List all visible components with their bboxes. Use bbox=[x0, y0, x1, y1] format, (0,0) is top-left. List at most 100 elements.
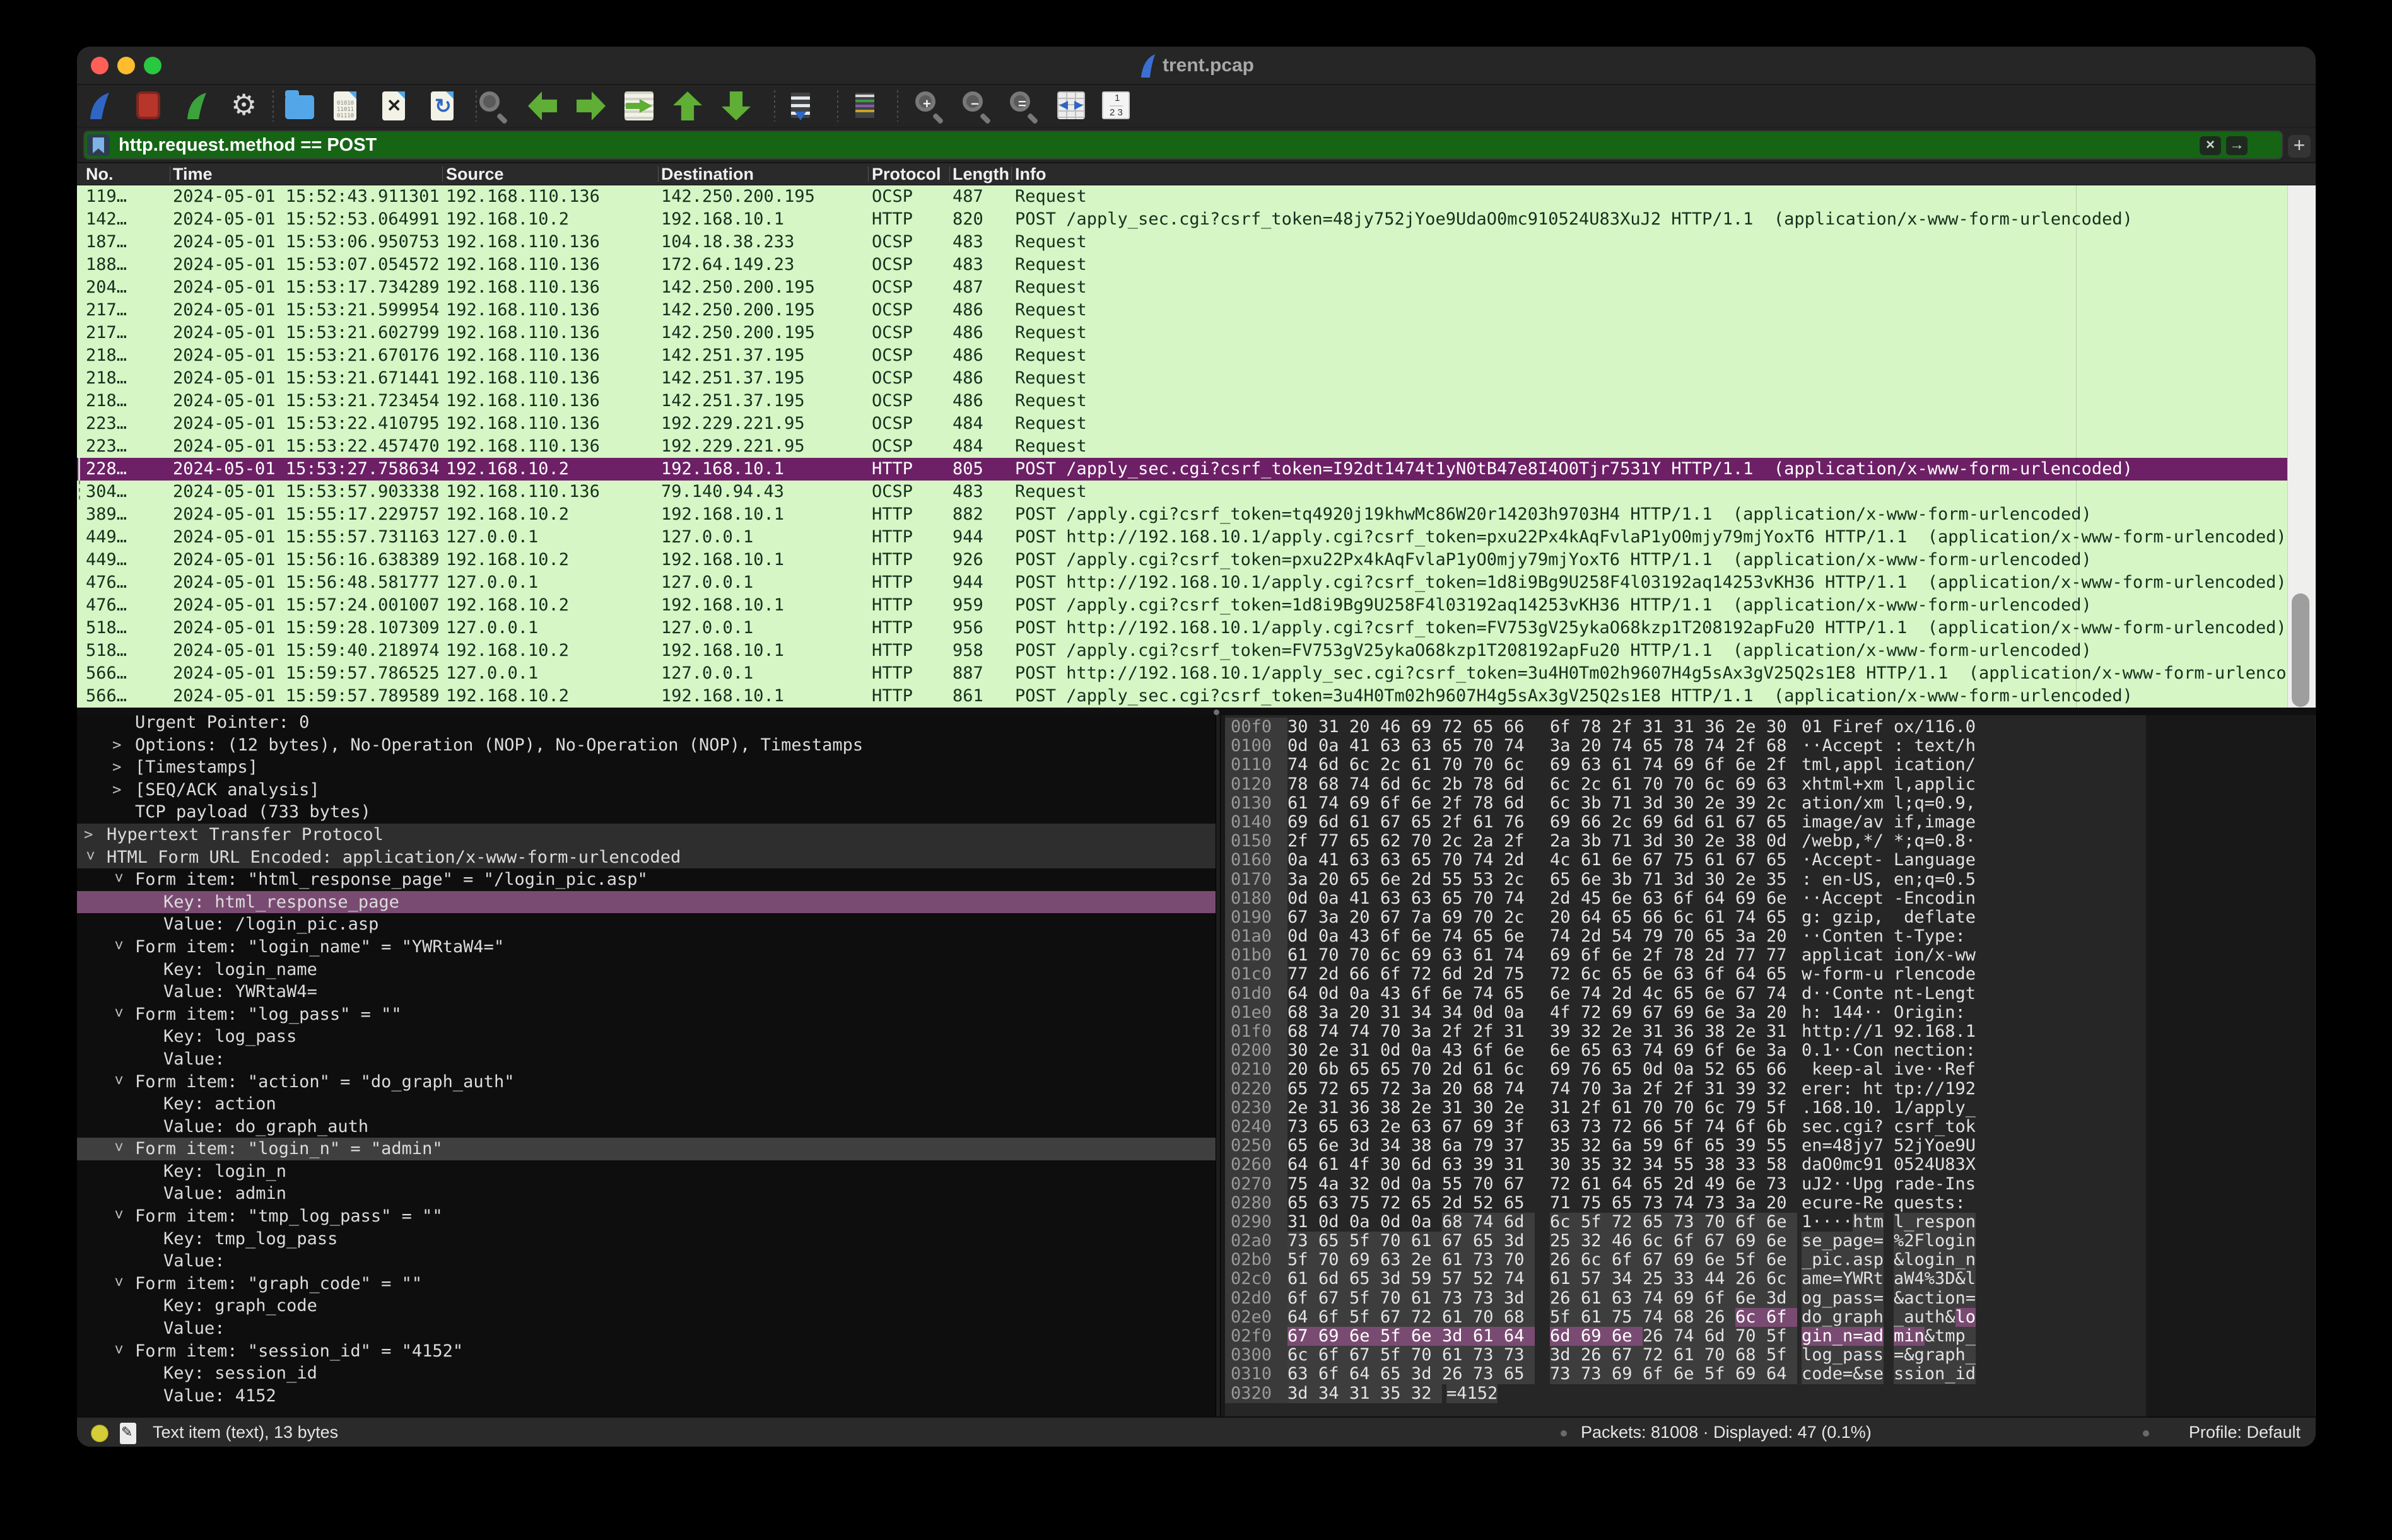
ascii-char[interactable]: t bbox=[1914, 737, 1925, 755]
hex-byte[interactable]: 65 bbox=[1612, 1060, 1643, 1079]
hex-byte[interactable]: 63 bbox=[1550, 1117, 1581, 1136]
expander-open-icon[interactable]: > bbox=[107, 1345, 130, 1357]
hex-byte[interactable]: 65 bbox=[1581, 1041, 1612, 1060]
hex-byte[interactable]: 6f bbox=[1704, 1041, 1735, 1060]
hex-byte[interactable]: 6f bbox=[1674, 889, 1704, 908]
ascii-char[interactable]: l bbox=[1822, 755, 1832, 774]
ascii-char[interactable]: s bbox=[1863, 1251, 1873, 1269]
ascii-char[interactable]: l bbox=[1945, 775, 1955, 794]
hex-byte[interactable]: 6e bbox=[1735, 755, 1766, 774]
hex-byte[interactable]: 61 bbox=[1704, 851, 1735, 870]
detail-tree-item[interactable]: Key: html_response_page bbox=[77, 891, 1216, 914]
ascii-char[interactable]: · bbox=[1843, 1175, 1853, 1194]
hex-byte[interactable]: 61 bbox=[1318, 1155, 1349, 1174]
hex-byte[interactable]: 35 bbox=[1380, 1384, 1411, 1403]
hex-byte[interactable]: 41 bbox=[1318, 851, 1349, 870]
ascii-char[interactable]: t bbox=[1812, 794, 1822, 813]
ascii-char[interactable]: / bbox=[1914, 718, 1925, 737]
hex-byte[interactable]: 71 bbox=[1612, 832, 1643, 851]
ascii-char[interactable]: q bbox=[1914, 794, 1925, 813]
hex-byte[interactable]: 46 bbox=[1380, 718, 1411, 737]
ascii-char[interactable]: U bbox=[1935, 1155, 1945, 1174]
hex-byte[interactable]: 75 bbox=[1504, 965, 1535, 984]
ascii-char[interactable]: · bbox=[1832, 1041, 1843, 1060]
ascii-char[interactable]: n bbox=[1966, 889, 1976, 908]
hex-byte[interactable]: 65 bbox=[1674, 984, 1704, 1003]
hex-byte[interactable]: 68 bbox=[1674, 1308, 1704, 1327]
ascii-char[interactable]: x bbox=[1863, 775, 1873, 794]
hex-byte[interactable]: 0a bbox=[1411, 1175, 1442, 1194]
ascii-char[interactable]: k bbox=[1812, 1060, 1822, 1079]
hex-byte[interactable]: 0d bbox=[1287, 927, 1318, 946]
hex-byte[interactable]: 69 bbox=[1674, 1003, 1704, 1022]
hex-byte[interactable]: 61 bbox=[1473, 946, 1504, 965]
hex-byte[interactable]: 32 bbox=[1612, 1155, 1643, 1174]
ascii-char[interactable]: · bbox=[1812, 984, 1822, 1003]
hex-byte[interactable]: 68 bbox=[1442, 1213, 1473, 1232]
ascii-char[interactable]: n bbox=[1822, 1327, 1832, 1346]
hex-byte[interactable]: 2e bbox=[1287, 1099, 1318, 1117]
ascii-char[interactable]: e bbox=[1873, 984, 1884, 1003]
ascii-char[interactable]: 5 bbox=[1904, 1155, 1914, 1174]
hex-byte[interactable]: 66 bbox=[1581, 813, 1612, 832]
hex-byte[interactable]: 72 bbox=[1643, 1346, 1674, 1365]
ascii-char[interactable]: Y bbox=[1843, 1269, 1853, 1288]
hex-byte[interactable]: 5f bbox=[1550, 1308, 1581, 1327]
hex-byte[interactable]: 65 bbox=[1287, 1136, 1318, 1155]
hex-row[interactable]: 01800d0a4163636570742d456e636f64696e··Ac… bbox=[1225, 889, 2146, 908]
ascii-char[interactable] bbox=[1853, 1080, 1863, 1099]
ascii-char[interactable]: . bbox=[1955, 718, 1966, 737]
restart-capture-icon[interactable] bbox=[182, 91, 211, 120]
ascii-char[interactable]: · bbox=[1822, 1213, 1832, 1232]
ascii-char[interactable]: z bbox=[1843, 908, 1853, 927]
ascii-char[interactable]: a bbox=[1843, 755, 1853, 774]
hex-byte[interactable]: 6e bbox=[1735, 1175, 1766, 1194]
ascii-char[interactable]: 7 bbox=[1873, 1136, 1884, 1155]
ascii-char[interactable]: Y bbox=[1925, 1136, 1935, 1155]
ascii-char[interactable]: e bbox=[1822, 1269, 1832, 1288]
hex-byte[interactable]: 6f bbox=[1380, 927, 1411, 946]
ascii-char[interactable]: l bbox=[1832, 946, 1843, 965]
hex-byte[interactable]: 63 bbox=[1674, 965, 1704, 984]
ascii-char[interactable]: e bbox=[1894, 870, 1904, 889]
ascii-char[interactable]: n bbox=[1955, 1175, 1966, 1194]
ascii-char[interactable]: l bbox=[1894, 775, 1904, 794]
ascii-char[interactable]: / bbox=[1853, 813, 1863, 832]
hex-byte[interactable]: 78 bbox=[1473, 794, 1504, 813]
ascii-char[interactable]: : bbox=[1843, 1022, 1853, 1041]
save-capture-file-icon[interactable] bbox=[334, 91, 356, 120]
hex-row[interactable]: 03203d34313532=4152 bbox=[1225, 1384, 2146, 1403]
ascii-char[interactable]: , bbox=[1904, 775, 1914, 794]
ascii-char[interactable]: o bbox=[1935, 1232, 1945, 1251]
hex-byte[interactable]: 6e bbox=[1612, 946, 1643, 965]
ascii-char[interactable]: p bbox=[1873, 1251, 1884, 1269]
ascii-char[interactable]: d bbox=[1802, 1155, 1812, 1174]
ascii-char[interactable]: U bbox=[1853, 1175, 1863, 1194]
ascii-char[interactable]: 0 bbox=[1802, 1041, 1812, 1060]
ascii-char[interactable]: 8 bbox=[1945, 1022, 1955, 1041]
ascii-char[interactable]: e bbox=[1863, 927, 1873, 946]
ascii-char[interactable]: _ bbox=[1945, 1365, 1955, 1384]
ascii-char[interactable]: = bbox=[1822, 1136, 1832, 1155]
ascii-char[interactable]: / bbox=[1904, 1099, 1914, 1117]
hex-byte[interactable]: 72 bbox=[1411, 965, 1442, 984]
hex-byte[interactable]: 73 bbox=[1287, 1232, 1318, 1251]
hex-byte[interactable]: 65 bbox=[1411, 851, 1442, 870]
ascii-char[interactable]: 4 bbox=[1457, 1384, 1467, 1403]
hex-byte[interactable]: 30 bbox=[1473, 1099, 1504, 1117]
hex-byte[interactable]: 38 bbox=[1704, 1155, 1735, 1174]
ascii-char[interactable]: i bbox=[1863, 1117, 1873, 1136]
ascii-char[interactable]: l bbox=[1894, 1213, 1904, 1232]
hex-byte[interactable]: 6e bbox=[1411, 927, 1442, 946]
ascii-char[interactable]: l bbox=[1955, 1308, 1966, 1327]
ascii-char[interactable]: - bbox=[1812, 965, 1822, 984]
ascii-char[interactable]: l bbox=[1935, 908, 1945, 927]
hex-byte[interactable]: 73 bbox=[1766, 1175, 1797, 1194]
hex-byte[interactable]: 6c bbox=[1550, 775, 1581, 794]
zoom-in-icon[interactable] bbox=[915, 91, 935, 112]
hex-byte[interactable]: 75 bbox=[1349, 1194, 1380, 1213]
hex-byte[interactable]: 77 bbox=[1735, 946, 1766, 965]
hex-byte[interactable]: 6e bbox=[1550, 1041, 1581, 1060]
ascii-char[interactable]: C bbox=[1822, 927, 1832, 946]
ascii-char[interactable]: = bbox=[1894, 1346, 1904, 1365]
